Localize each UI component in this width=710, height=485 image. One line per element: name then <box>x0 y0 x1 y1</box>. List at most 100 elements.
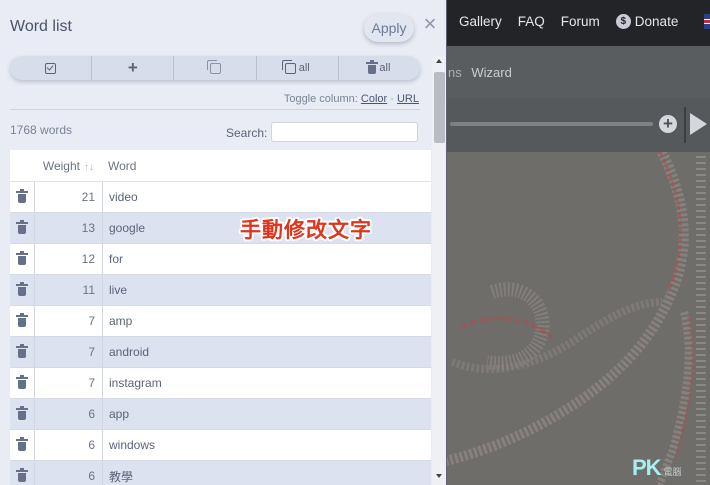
nav-donate[interactable]: $ Donate <box>615 14 679 29</box>
table-row[interactable]: 6 教學 <box>10 461 431 485</box>
word-list-toolbar: + all all <box>10 56 420 80</box>
word-cloud-canvas[interactable] <box>432 152 710 485</box>
word-cell[interactable]: android <box>103 337 431 367</box>
scroll-up-arrow-icon[interactable] <box>436 59 442 63</box>
weight-cell[interactable]: 6 <box>35 399 103 429</box>
word-cell[interactable]: app <box>103 399 431 429</box>
apply-button[interactable]: Apply <box>364 14 414 42</box>
donate-coin-icon: $ <box>615 14 631 29</box>
panel-divider <box>10 109 420 110</box>
close-icon[interactable]: × <box>421 13 439 35</box>
copy-all-button[interactable]: all <box>257 56 339 80</box>
trash-icon <box>16 375 28 389</box>
delete-row-button[interactable] <box>10 461 35 485</box>
controls-divider <box>684 107 686 143</box>
add-word-button[interactable]: + <box>92 56 175 80</box>
header-weight-label: Weight <box>42 158 80 173</box>
panel-title: Word list <box>10 18 72 35</box>
delete-row-button[interactable] <box>10 306 35 336</box>
trash-icon <box>16 437 28 451</box>
table-row[interactable]: 12 for <box>10 244 431 275</box>
table-header: Weight ↑↓ Word <box>10 150 431 182</box>
search-input[interactable] <box>271 122 418 142</box>
weight-cell[interactable]: 6 <box>35 461 103 485</box>
weight-cell[interactable]: 7 <box>35 306 103 336</box>
watermark-brand: PK <box>632 455 662 480</box>
animation-slider[interactable] <box>450 122 653 126</box>
trash-icon <box>16 220 28 234</box>
delete-row-button[interactable] <box>10 182 35 212</box>
sort-icon[interactable]: ↑↓ <box>84 162 94 173</box>
word-table: Weight ↑↓ Word 21 video 13 google 12 for 11 live… <box>10 150 431 485</box>
weight-cell[interactable]: 7 <box>35 368 103 398</box>
trash-icon <box>16 344 28 358</box>
copy-all-label: all <box>298 62 310 74</box>
delete-all-button[interactable]: all <box>339 56 420 80</box>
header-weight[interactable]: Weight ↑↓ <box>34 159 102 173</box>
canvas-edge-pattern <box>696 152 706 485</box>
zoom-in-icon[interactable]: + <box>659 115 677 133</box>
search-label: Search: <box>226 126 268 140</box>
word-list-panel: Word list Apply × + all all Toggle colum… <box>0 0 447 485</box>
word-cell[interactable]: amp <box>103 306 431 336</box>
weight-cell[interactable]: 6 <box>35 430 103 460</box>
delete-all-label: all <box>379 62 391 74</box>
sub-navigation: ns Wizard <box>448 65 512 80</box>
top-navigation: Gallery FAQ Forum $ Donate ▼ <box>459 14 710 29</box>
scrollbar-thumb[interactable] <box>434 72 445 143</box>
word-count: 1768 words <box>10 123 73 137</box>
watermark-sub: 電腦 <box>663 466 682 477</box>
toggle-column-row: Toggle column: Color · URL <box>10 93 419 105</box>
weight-cell[interactable]: 11 <box>35 275 103 305</box>
table-row[interactable]: 6 windows <box>10 430 431 461</box>
language-flag-icon[interactable] <box>704 14 710 29</box>
word-cell[interactable]: live <box>103 275 431 305</box>
weight-cell[interactable]: 21 <box>35 182 103 212</box>
delete-row-button[interactable] <box>10 368 35 398</box>
copy-all-icon <box>281 59 296 74</box>
trash-icon <box>16 251 28 265</box>
table-row[interactable]: 21 video <box>10 182 431 213</box>
weight-cell[interactable]: 12 <box>35 244 103 274</box>
annotation-caption: 手動修改文字 <box>240 218 372 242</box>
copy-icon <box>206 59 221 74</box>
scroll-down-arrow-icon[interactable] <box>436 474 442 478</box>
select-all-button[interactable] <box>10 56 93 80</box>
table-row[interactable]: 6 app <box>10 399 431 430</box>
trash-icon <box>366 59 379 74</box>
subnav-wizard[interactable]: Wizard <box>471 65 511 80</box>
copy-button[interactable] <box>174 56 257 80</box>
subnav-partial-item[interactable]: ns <box>448 65 462 80</box>
nav-faq[interactable]: FAQ <box>518 14 545 29</box>
delete-row-button[interactable] <box>10 213 35 243</box>
nav-donate-label: Donate <box>634 14 679 29</box>
word-cell[interactable]: windows <box>103 430 431 460</box>
word-cell[interactable]: 教學 <box>103 461 431 485</box>
word-cloud-art <box>440 152 694 485</box>
word-cell[interactable]: video <box>103 182 431 212</box>
trash-icon <box>16 282 28 296</box>
word-cell[interactable]: for <box>103 244 431 274</box>
table-row[interactable]: 7 android <box>10 337 431 368</box>
delete-row-button[interactable] <box>10 244 35 274</box>
word-cell[interactable]: instagram <box>103 368 431 398</box>
weight-cell[interactable]: 7 <box>35 337 103 367</box>
play-icon[interactable] <box>690 113 707 135</box>
trash-icon <box>16 406 28 420</box>
delete-row-button[interactable] <box>10 399 35 429</box>
table-row[interactable]: 7 instagram <box>10 368 431 399</box>
toggle-url-link[interactable]: URL <box>397 93 419 105</box>
trash-icon <box>16 313 28 327</box>
watermark-logo: PK 電腦 <box>632 455 682 481</box>
toggle-color-link[interactable]: Color <box>361 93 387 105</box>
table-row[interactable]: 11 live <box>10 275 431 306</box>
delete-row-button[interactable] <box>10 430 35 460</box>
weight-cell[interactable]: 13 <box>35 213 103 243</box>
header-word[interactable]: Word <box>102 159 136 173</box>
table-row[interactable]: 7 amp <box>10 306 431 337</box>
delete-row-button[interactable] <box>10 337 35 367</box>
delete-row-button[interactable] <box>10 275 35 305</box>
nav-gallery[interactable]: Gallery <box>459 14 502 29</box>
nav-forum[interactable]: Forum <box>561 14 600 29</box>
trash-icon <box>16 189 28 203</box>
